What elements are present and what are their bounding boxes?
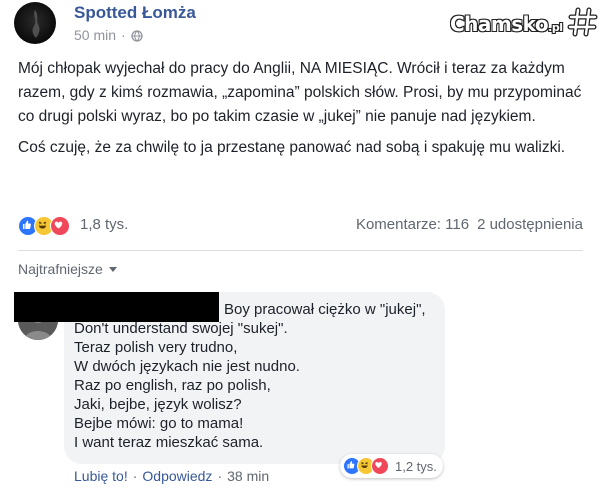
page-avatar[interactable] <box>14 2 56 44</box>
comment-line: Bejbe mówi: go to mama! <box>74 415 244 432</box>
love-reaction-icon <box>50 216 70 236</box>
action-separator: · <box>217 468 223 484</box>
post-text: Mój chłopak wyjechał do pracy do Anglii,… <box>18 57 583 167</box>
watermark-text: Chamsko.pl <box>449 11 564 37</box>
action-separator: · <box>132 468 138 484</box>
page-name[interactable]: Spotted Łomża <box>74 3 196 23</box>
divider <box>18 250 583 251</box>
meta-separator: · <box>121 27 126 43</box>
sort-label: Najtrafniejsze <box>18 261 103 277</box>
comments-count[interactable]: Komentarze: 116 <box>356 216 469 233</box>
post-time[interactable]: 50 min <box>74 27 116 43</box>
post-paragraph: Coś czuję, że za chwilę to ja przestanę … <box>18 139 566 156</box>
comment-line: Boy pracował ciężko w "jukej", <box>224 301 426 318</box>
comment-line: Teraz polish very trudno, <box>74 339 238 356</box>
love-reaction-icon <box>371 457 389 475</box>
facebook-post: Spotted Łomża 50 min · Chamsko.pl Mój ch… <box>0 0 600 500</box>
comment-reactions[interactable]: 1,2 tys. <box>340 454 443 478</box>
caret-down-icon <box>108 266 117 272</box>
post-meta: 50 min · <box>74 27 143 43</box>
watermark: Chamsko.pl <box>449 6 599 43</box>
comment-line: W dwóch językach nie jest nudno. <box>74 358 300 375</box>
shares-count[interactable]: 2 udostępnienia <box>477 216 583 233</box>
comment-sort-dropdown[interactable]: Najtrafniejsze <box>18 261 117 277</box>
post-paragraph: Mój chłopak wyjechał do pracy do Anglii,… <box>18 60 582 125</box>
comment-line: Raz po english, raz po polish, <box>74 377 271 394</box>
comment-line: Don't understand swojej "sukej". <box>74 320 288 337</box>
reaction-icons[interactable] <box>18 216 70 236</box>
comment-text: Boy pracował ciężko w "jukej", Don't und… <box>74 300 444 452</box>
reaction-count[interactable]: 1,8 tys. <box>80 216 128 233</box>
comment-line: I want teraz mieszkać sama. <box>74 434 264 451</box>
hashtag-logo-icon <box>567 6 599 43</box>
comment-reaction-count: 1,2 tys. <box>395 458 437 474</box>
post-stats: Komentarze: 116 2 udostępnienia <box>356 216 583 233</box>
comment-line: Jaki, bejbe, język wolisz? <box>74 396 242 413</box>
reply-button[interactable]: Odpowiedz <box>142 468 212 484</box>
comment-time[interactable]: 38 min <box>227 468 269 484</box>
like-comment-button[interactable]: Lubię to! <box>74 468 128 484</box>
globe-icon <box>131 29 143 42</box>
comment-actions: Lubię to! · Odpowiedz · 38 min <box>74 468 269 484</box>
reactions-row: 1,8 tys. Komentarze: 116 2 udostępnienia <box>18 214 583 238</box>
